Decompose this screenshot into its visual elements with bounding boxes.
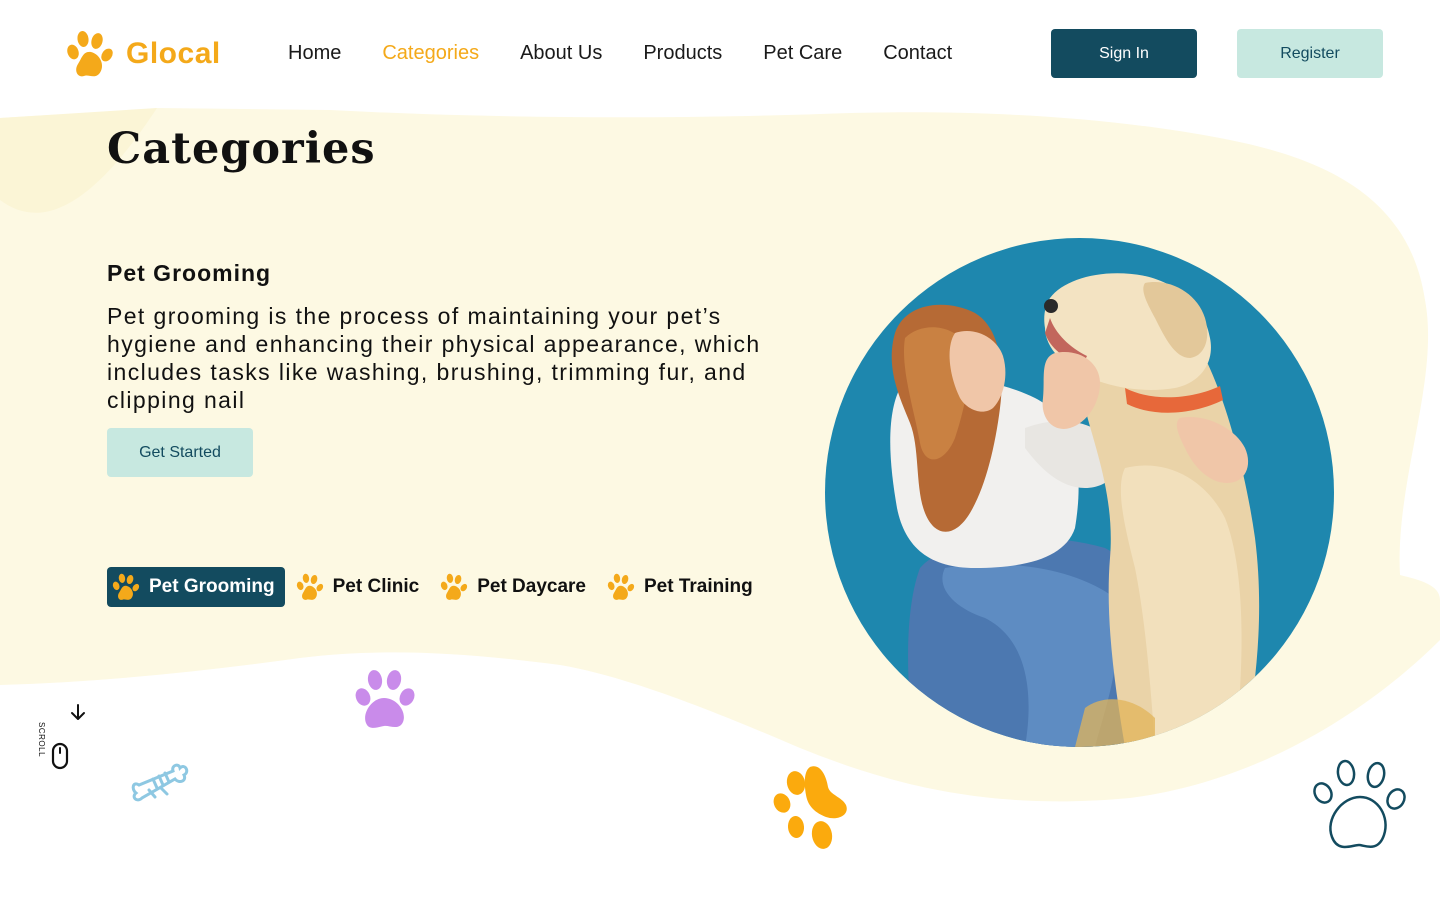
category-tabs: Pet Grooming Pet Clinic Pet Daycare Pet … (107, 567, 769, 607)
tab-pet-training[interactable]: Pet Training (602, 567, 763, 607)
nav-item-about-us[interactable]: About Us (520, 40, 602, 66)
scroll-label: SCROLL (37, 722, 46, 758)
paw-icon (355, 670, 415, 728)
category-heading: Pet Grooming (107, 260, 272, 286)
paw-icon (1313, 759, 1406, 849)
tab-pet-clinic[interactable]: Pet Clinic (291, 567, 430, 607)
sign-in-button[interactable]: Sign In (1051, 29, 1197, 78)
category-description: Pet grooming is the process of maintaini… (107, 303, 761, 413)
nav-item-products[interactable]: Products (643, 40, 722, 66)
paw-icon (773, 766, 847, 849)
nav-item-categories[interactable]: Categories (382, 40, 479, 66)
page-title: Categories (107, 124, 376, 174)
tab-pet-daycare[interactable]: Pet Daycare (435, 567, 596, 607)
paw-icon (607, 573, 635, 600)
paw-icon (296, 573, 323, 600)
tab-label: Pet Grooming (149, 576, 275, 597)
nav-item-pet-care[interactable]: Pet Care (763, 40, 842, 66)
hero-image (825, 238, 1334, 747)
tab-pet-grooming[interactable]: Pet Grooming (107, 567, 285, 607)
tab-label: Pet Training (644, 576, 753, 597)
main-navigation: Home Categories About Us Products Pet Ca… (288, 40, 993, 66)
register-button[interactable]: Register (1237, 29, 1383, 78)
scroll-indicator[interactable] (48, 700, 92, 772)
paw-icon (441, 573, 468, 600)
bone-icon (131, 763, 189, 802)
tab-label: Pet Clinic (332, 576, 420, 597)
top-nav-bar: Glocal Home Categories About Us Products… (0, 0, 1440, 106)
nav-item-home[interactable]: Home (288, 40, 341, 66)
tab-label: Pet Daycare (477, 576, 586, 597)
brand-logo[interactable]: Glocal (64, 28, 221, 80)
paw-icon (67, 31, 113, 77)
paw-icon (112, 573, 140, 600)
mouse-icon (51, 742, 69, 770)
arrow-down-icon (71, 704, 85, 720)
brand-name: Glocal (126, 37, 221, 70)
nav-item-contact[interactable]: Contact (883, 40, 952, 66)
get-started-button[interactable]: Get Started (107, 428, 253, 477)
